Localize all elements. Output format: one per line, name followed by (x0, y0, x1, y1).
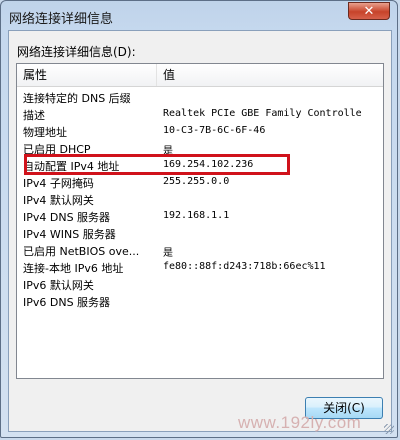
list-item[interactable]: IPv4 子网掩码 255.255.0.0 (17, 174, 383, 191)
watermark: www.192ly.com (238, 413, 362, 432)
list-item[interactable]: 物理地址 10-C3-7B-6C-6F-46 (17, 123, 383, 140)
list-item[interactable]: 描述 Realtek PCIe GBE Family Controlle (17, 106, 383, 123)
list-header: 属性 值 (17, 64, 383, 87)
property-cell: 描述 (23, 109, 45, 122)
list-body: 连接特定的 DNS 后缀 描述 Realtek PCIe GBE Family C… (17, 89, 383, 310)
value-cell: 255.255.0.0 (163, 176, 230, 187)
property-cell: IPv4 子网掩码 (23, 177, 94, 190)
list-item[interactable]: IPv4 默认网关 (17, 191, 383, 208)
list-item[interactable]: 已启用 NetBIOS ove... 是 (17, 242, 383, 259)
close-icon[interactable]: ✕ (348, 2, 390, 20)
list-item[interactable]: IPv6 DNS 服务器 (17, 293, 383, 310)
list-item[interactable]: 连接-本地 IPv6 地址 fe80::88f:d243:718b:66ec%11 (17, 259, 383, 276)
list-item[interactable]: IPv6 默认网关 (17, 276, 383, 293)
list-item[interactable]: IPv4 WINS 服务器 (17, 225, 383, 242)
property-cell: 物理地址 (23, 126, 67, 139)
value-cell: 10-C3-7B-6C-6F-46 (163, 125, 266, 136)
value-cell: 192.168.1.1 (163, 210, 230, 221)
property-cell: 已启用 DHCP (23, 143, 91, 156)
property-cell: IPv6 默认网关 (23, 279, 94, 292)
value-cell: 169.254.102.236 (163, 159, 254, 170)
value-cell: fe80::88f:d243:718b:66ec%11 (163, 261, 326, 272)
details-list[interactable]: 属性 值 连接特定的 DNS 后缀 描述 Realtek PCIe GBE Fam… (16, 63, 384, 379)
value-cell: 是 (163, 146, 173, 157)
column-header-property[interactable]: 属性 (17, 64, 157, 86)
property-cell: 自动配置 IPv4 地址 (23, 160, 120, 173)
property-cell: 连接-本地 IPv6 地址 (23, 262, 124, 275)
list-item[interactable]: 自动配置 IPv4 地址 169.254.102.236 (17, 157, 383, 174)
window-title: 网络连接详细信息 (9, 12, 114, 27)
column-header-value[interactable]: 值 (157, 64, 383, 86)
details-label: 网络连接详细信息(D): (17, 45, 136, 59)
property-cell: IPv4 默认网关 (23, 194, 94, 207)
property-cell: IPv6 DNS 服务器 (23, 296, 111, 309)
list-item[interactable]: 已启用 DHCP 是 (17, 140, 383, 157)
resize-grip[interactable] (384, 424, 394, 434)
property-cell: 已启用 NetBIOS ove... (23, 245, 140, 258)
list-item[interactable]: IPv4 DNS 服务器 192.168.1.1 (17, 208, 383, 225)
property-cell: IPv4 DNS 服务器 (23, 211, 111, 224)
dialog-window: 网络连接详细信息 ✕ 网络连接详细信息(D): 属性 值 连接特定的 DNS 后… (0, 0, 398, 438)
title-bar[interactable]: 网络连接详细信息 ✕ (1, 1, 397, 31)
value-cell: Realtek PCIe GBE Family Controlle (163, 108, 362, 119)
property-cell: IPv4 WINS 服务器 (23, 228, 116, 241)
dialog-body: 网络连接详细信息(D): 属性 值 连接特定的 DNS 后缀 描述 Realtek… (8, 30, 392, 432)
property-cell: 连接特定的 DNS 后缀 (23, 92, 131, 105)
list-item[interactable]: 连接特定的 DNS 后缀 (17, 89, 383, 106)
value-cell: 是 (163, 248, 173, 259)
